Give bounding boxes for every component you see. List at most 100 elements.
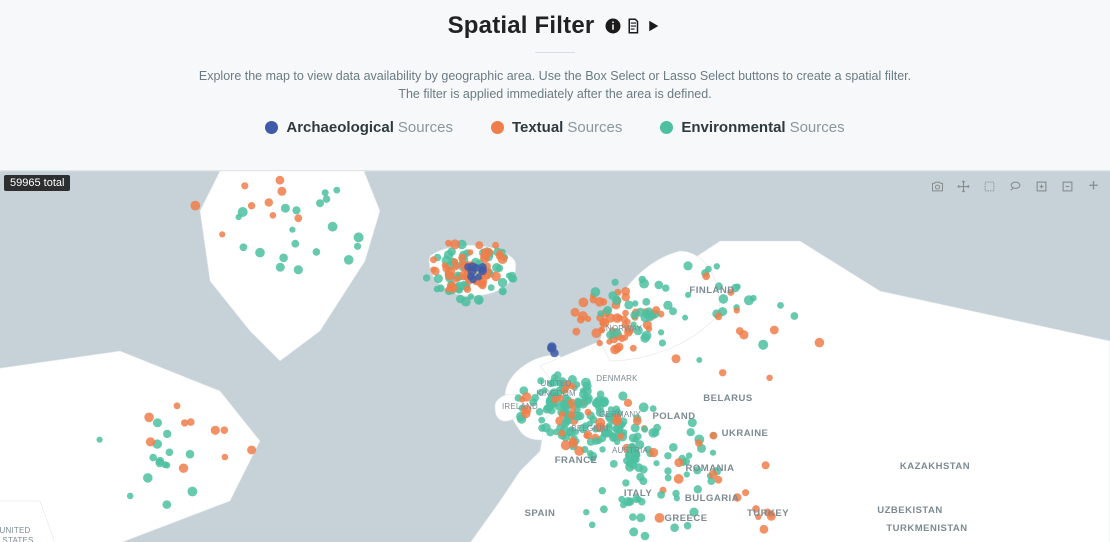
data-point-enviro[interactable] — [642, 298, 650, 306]
data-point-textual[interactable] — [674, 474, 684, 484]
data-point-textual[interactable] — [579, 298, 589, 308]
data-point-enviro[interactable] — [292, 206, 300, 214]
data-point-enviro[interactable] — [156, 457, 164, 465]
data-point-textual[interactable] — [710, 432, 718, 440]
data-point-textual[interactable] — [222, 454, 229, 461]
data-point-textual[interactable] — [672, 354, 681, 363]
data-point-enviro[interactable] — [655, 281, 664, 290]
data-point-textual[interactable] — [277, 187, 286, 196]
data-point-enviro[interactable] — [687, 428, 695, 436]
data-point-enviro[interactable] — [323, 195, 331, 203]
data-point-enviro[interactable] — [583, 509, 589, 515]
data-point-enviro[interactable] — [153, 418, 162, 427]
data-point-textual[interactable] — [618, 433, 625, 440]
data-point-enviro[interactable] — [508, 272, 516, 280]
data-point-textual[interactable] — [630, 345, 637, 352]
data-point-enviro[interactable] — [629, 513, 637, 521]
data-point-textual[interactable] — [430, 256, 437, 263]
data-point-textual[interactable] — [762, 461, 770, 469]
data-point-enviro[interactable] — [791, 312, 799, 320]
data-point-enviro[interactable] — [591, 287, 601, 297]
data-point-enviro[interactable] — [674, 495, 680, 501]
data-point-textual[interactable] — [655, 513, 665, 523]
data-point-enviro[interactable] — [499, 287, 507, 295]
data-point-textual[interactable] — [622, 310, 629, 317]
map-container[interactable]: 59965 total — [0, 170, 1110, 542]
data-point-textual[interactable] — [451, 258, 458, 265]
data-point-enviro[interactable] — [575, 402, 581, 408]
data-point-enviro[interactable] — [149, 454, 157, 462]
data-point-enviro[interactable] — [333, 187, 340, 194]
box-select-icon[interactable] — [978, 175, 1000, 197]
data-point-enviro[interactable] — [188, 487, 198, 497]
data-point-textual[interactable] — [624, 399, 632, 407]
data-point-textual[interactable] — [270, 212, 277, 219]
zoom-in-icon[interactable] — [1030, 175, 1052, 197]
data-point-textual[interactable] — [265, 198, 273, 206]
data-point-enviro[interactable] — [632, 436, 638, 442]
data-point-textual[interactable] — [294, 214, 302, 222]
data-point-textual[interactable] — [464, 285, 472, 293]
data-point-textual[interactable] — [572, 328, 580, 336]
data-point-textual[interactable] — [815, 338, 825, 348]
data-point-enviro[interactable] — [561, 403, 569, 411]
data-point-enviro[interactable] — [639, 279, 649, 289]
data-point-enviro[interactable] — [599, 446, 605, 452]
data-point-archaeo[interactable] — [468, 262, 477, 271]
camera-icon[interactable] — [926, 175, 948, 197]
info-icon[interactable] — [604, 17, 622, 35]
data-point-enviro[interactable] — [599, 396, 609, 406]
data-point-archaeo[interactable] — [469, 275, 477, 283]
data-point-enviro[interactable] — [665, 474, 672, 481]
data-point-enviro[interactable] — [777, 302, 784, 309]
data-point-textual[interactable] — [445, 240, 452, 247]
data-point-textual[interactable] — [569, 439, 578, 448]
data-point-textual[interactable] — [498, 254, 508, 264]
data-point-enviro[interactable] — [624, 300, 633, 309]
data-point-enviro[interactable] — [670, 523, 679, 532]
data-point-enviro[interactable] — [682, 315, 688, 321]
data-point-textual[interactable] — [742, 489, 749, 496]
data-point-enviro[interactable] — [664, 467, 671, 474]
data-point-enviro[interactable] — [166, 449, 174, 457]
data-point-textual[interactable] — [558, 430, 565, 437]
data-point-textual[interactable] — [621, 293, 630, 302]
data-point-enviro[interactable] — [541, 423, 550, 432]
data-point-enviro[interactable] — [434, 274, 443, 283]
data-point-enviro[interactable] — [496, 265, 504, 273]
data-point-textual[interactable] — [445, 267, 455, 277]
data-point-enviro[interactable] — [354, 232, 364, 242]
data-point-textual[interactable] — [715, 476, 723, 484]
data-point-textual[interactable] — [248, 202, 255, 209]
data-point-textual[interactable] — [492, 242, 499, 249]
data-point-enviro[interactable] — [313, 248, 321, 256]
data-point-enviro[interactable] — [758, 340, 768, 350]
data-point-textual[interactable] — [702, 272, 710, 280]
data-point-enviro[interactable] — [316, 199, 324, 207]
data-point-textual[interactable] — [734, 307, 740, 313]
data-point-textual[interactable] — [766, 375, 772, 381]
data-point-enviro[interactable] — [163, 500, 172, 509]
data-point-archaeo[interactable] — [547, 342, 556, 351]
data-point-textual[interactable] — [480, 251, 489, 260]
data-point-textual[interactable] — [144, 413, 154, 423]
data-point-enviro[interactable] — [686, 452, 692, 458]
map-canvas[interactable]: FINLANDNORWAYDENMARKBELARUSUNITEDKINGDOM… — [0, 171, 1110, 542]
data-point-textual[interactable] — [571, 308, 580, 317]
data-point-enviro[interactable] — [488, 284, 495, 291]
data-point-textual[interactable] — [585, 409, 592, 416]
data-point-enviro[interactable] — [423, 274, 430, 281]
data-point-textual[interactable] — [190, 201, 200, 211]
data-point-enviro[interactable] — [600, 505, 608, 513]
data-point-enviro[interactable] — [623, 457, 630, 464]
data-point-textual[interactable] — [475, 241, 483, 249]
data-point-textual[interactable] — [595, 297, 605, 307]
data-point-textual[interactable] — [174, 402, 181, 409]
data-point-textual[interactable] — [187, 418, 195, 426]
data-point-enviro[interactable] — [662, 284, 669, 291]
data-point-enviro[interactable] — [240, 243, 248, 251]
data-point-enviro[interactable] — [461, 297, 471, 307]
data-point-enviro[interactable] — [642, 331, 652, 341]
data-point-textual[interactable] — [491, 272, 501, 282]
data-point-enviro[interactable] — [651, 429, 659, 437]
